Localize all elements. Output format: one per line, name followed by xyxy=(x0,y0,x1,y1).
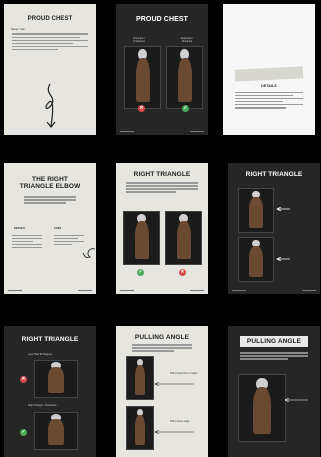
page-title-line2: TRIANGLE ELBOW xyxy=(19,183,81,190)
cross-icon: ✕ xyxy=(179,269,186,276)
label-right-triangle: Right Triangle = Retraction xyxy=(28,404,57,407)
photo-step-two xyxy=(238,237,274,282)
photo-wrong-angle xyxy=(34,360,78,398)
page-pulling-angle: PULLING ANGLE Pull to body from a height… xyxy=(116,326,208,457)
page-right-triangle-compare: RIGHT TRIANGLE ✓ ✕ xyxy=(116,163,208,294)
arrow-icon xyxy=(276,257,290,261)
page-footer xyxy=(232,290,316,291)
page-details-note: DETAILS xyxy=(223,4,315,135)
page-footer xyxy=(8,290,92,291)
intro-text-lines xyxy=(126,182,198,193)
page-pulling-angle-detail: PULLING ANGLE xyxy=(228,326,320,457)
page-title: RIGHT TRIANGLE xyxy=(21,336,79,343)
page-footer xyxy=(120,131,204,132)
arrow-icon xyxy=(154,430,194,434)
intro-text-lines xyxy=(24,196,76,204)
page-title: RIGHT TRIANGLE xyxy=(245,171,303,178)
check-icon: ✓ xyxy=(137,269,144,276)
page-title: PROUD CHEST xyxy=(135,16,189,23)
photo-expanded xyxy=(166,46,203,109)
arrow-icon xyxy=(276,207,290,211)
photo-correct xyxy=(123,211,160,265)
page-subtitle: Setup / Cue xyxy=(11,28,25,31)
photo-incorrect xyxy=(165,211,202,265)
cues-lines xyxy=(54,233,84,247)
details-title: DETAILS xyxy=(261,84,277,88)
page-title: PULLING ANGLE xyxy=(240,336,308,347)
body-text-lines xyxy=(12,33,88,51)
tape-strip xyxy=(234,66,304,82)
label-low-pull: Pull to lower angle xyxy=(170,420,190,423)
photo-right-angle xyxy=(34,412,78,450)
label-expanded: Expanded / Retracted xyxy=(180,37,194,43)
page-title: RIGHT TRIANGLE xyxy=(133,171,191,178)
details-lines xyxy=(12,233,42,250)
cross-icon: ✕ xyxy=(138,105,145,112)
arrow-doodle xyxy=(82,248,96,258)
section-details-title: DETAILS xyxy=(14,227,25,230)
page-footer xyxy=(120,290,204,291)
page-title: PROUD CHEST xyxy=(27,16,73,22)
intro-text-lines xyxy=(132,344,192,352)
photo-pulling-angle xyxy=(238,374,286,442)
page-proud-chest-intro: PROUD CHEST Setup / Cue xyxy=(4,4,96,135)
details-list xyxy=(235,90,303,110)
photo-low-pull xyxy=(126,406,154,450)
label-less-than-90: Less Than 90 Degrees xyxy=(28,353,53,356)
photo-high-pull xyxy=(126,356,154,400)
label-rounded: Rounded / Protracted xyxy=(133,37,145,43)
page-right-triangle-elbow: THE RIGHT TRIANGLE ELBOW DETAILS CUES xyxy=(4,163,96,294)
arrow-icon xyxy=(284,398,308,402)
intro-text-lines xyxy=(240,352,308,360)
photo-rounded xyxy=(124,46,161,109)
document-grid: { "pages": [ {"title": "PROUD CHEST", "s… xyxy=(0,0,321,457)
check-icon: ✓ xyxy=(182,105,189,112)
cross-icon: ✕ xyxy=(20,376,27,383)
page-right-triangle-angles: RIGHT TRIANGLE Less Than 90 Degrees ✕ Ri… xyxy=(4,326,96,457)
label-high-pull: Pull to body from a height xyxy=(170,372,198,375)
page-title: PULLING ANGLE xyxy=(134,334,190,341)
arrow-doodle xyxy=(45,83,56,128)
page-right-triangle-steps: RIGHT TRIANGLE xyxy=(228,163,320,294)
page-title-line1: THE RIGHT xyxy=(32,176,68,183)
section-cues-title: CUES xyxy=(54,227,62,230)
check-icon: ✓ xyxy=(20,429,27,436)
page-proud-chest-compare: PROUD CHEST Rounded / Protracted Expande… xyxy=(116,4,208,135)
arrow-icon xyxy=(154,382,194,386)
photo-step-one xyxy=(238,188,274,233)
